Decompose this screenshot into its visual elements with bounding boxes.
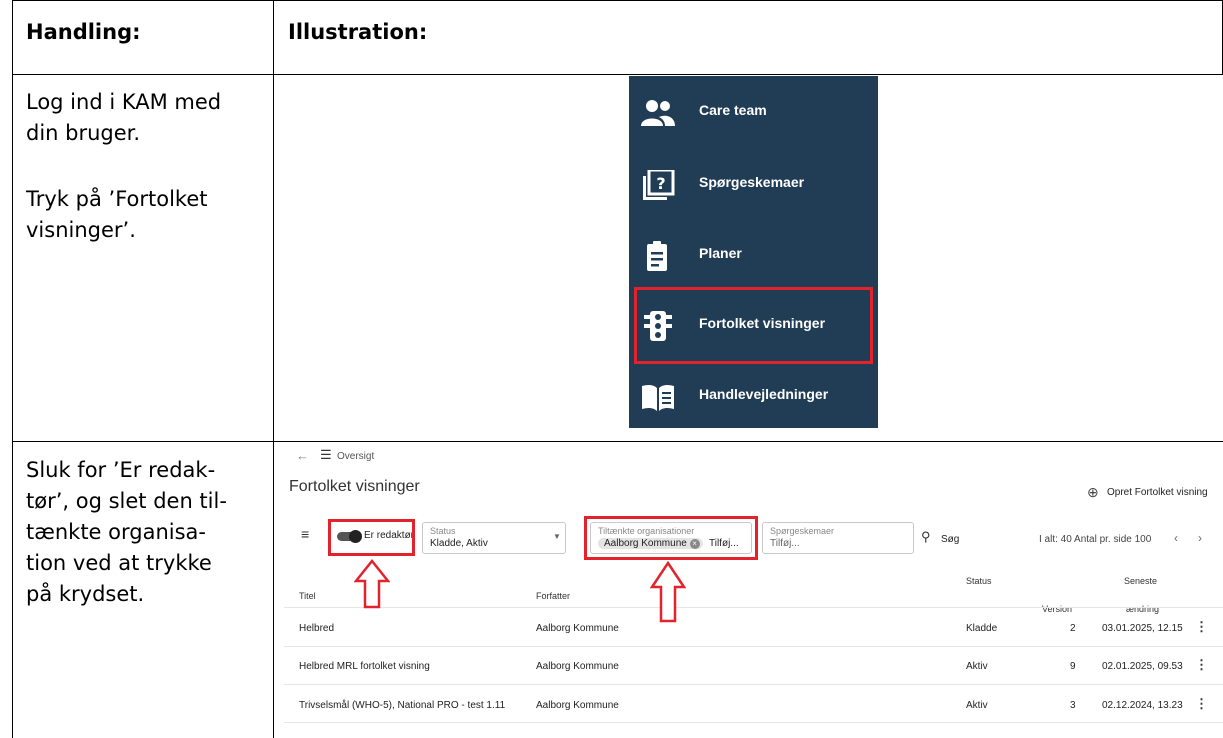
row-author: Aalborg Kommune xyxy=(536,623,619,634)
header-handling: Handling: xyxy=(26,20,141,44)
kam-sidebar: Care team ? Spørgeskemaer Planer Fortolk… xyxy=(629,76,878,428)
row-author: Aalborg Kommune xyxy=(536,700,619,711)
row-version: 9 xyxy=(1070,661,1076,672)
table-border-left xyxy=(12,0,13,738)
table-row[interactable]: Helbred MRL fortolket visning Aalborg Ko… xyxy=(284,647,1223,684)
filter-icon[interactable]: ≡ xyxy=(301,526,309,542)
row2-line-4: tion ved at trykke xyxy=(26,551,212,575)
table-row-divider-1 xyxy=(12,74,1223,75)
table-border-top xyxy=(12,0,1223,1)
status-label: Status xyxy=(430,526,456,536)
row-version: 2 xyxy=(1070,623,1076,634)
clipboard-icon xyxy=(647,241,667,271)
col-author[interactable]: Forfatter xyxy=(536,591,570,601)
more-vertical-icon[interactable]: ⋮ xyxy=(1195,657,1208,673)
row-status: Kladde xyxy=(966,623,998,634)
table-row[interactable]: Trivselsmål (WHO-5), National PRO - test… xyxy=(284,685,1223,722)
row-title: Trivselsmål (WHO-5), National PRO - test… xyxy=(299,700,506,711)
row2-line-2: tør’, og slet den til- xyxy=(26,489,227,513)
chevron-down-icon: ▼ xyxy=(553,532,561,541)
sidebar-item-label: Care team xyxy=(699,102,767,118)
pagination-info: I alt: 40 Antal pr. side 100 xyxy=(1039,534,1152,545)
back-arrow-icon[interactable]: ← xyxy=(296,448,309,463)
questionnaire-label: Spørgeskemaer xyxy=(770,526,835,536)
status-dropdown[interactable]: Status Kladde, Aktiv ▼ xyxy=(422,522,566,554)
row-status: Aktiv xyxy=(966,700,988,711)
sidebar-item-label: Handlevejledninger xyxy=(699,386,829,402)
row-date: 02.01.2025, 09.53 xyxy=(1102,661,1183,672)
book-icon xyxy=(642,384,674,411)
table-border-mid xyxy=(273,0,274,738)
add-circle-icon[interactable]: ⊕ xyxy=(1087,484,1099,501)
more-vertical-icon[interactable]: ⋮ xyxy=(1195,619,1208,635)
sidebar-item-label: Spørgeskemaer xyxy=(699,174,805,190)
row2-line-5: på krydset. xyxy=(26,582,145,606)
status-value: Kladde, Aktiv xyxy=(430,538,488,549)
prev-page-icon[interactable]: ‹ xyxy=(1174,531,1178,545)
sidebar-item-label: Planer xyxy=(699,245,742,261)
col-changed-1[interactable]: Seneste xyxy=(1124,576,1157,586)
sidebar-item-care-team[interactable]: Care team xyxy=(629,90,878,134)
svg-text:?: ? xyxy=(656,174,665,193)
create-button[interactable]: Opret Fortolket visning xyxy=(1107,487,1208,498)
questionnaire-icon: ? xyxy=(643,170,675,200)
highlight-box-fortolket xyxy=(634,287,873,364)
kam-list-screen: ← ☰ Oversigt Fortolket visninger ⊕ Opret… xyxy=(284,447,1223,738)
row-status: Aktiv xyxy=(966,661,988,672)
questionnaire-add: Tilføj... xyxy=(770,538,800,549)
row-date: 03.01.2025, 12.15 xyxy=(1102,623,1183,634)
highlight-box-toggle xyxy=(328,519,415,556)
page-title: Fortolket visninger xyxy=(289,478,420,495)
more-vertical-icon[interactable]: ⋮ xyxy=(1195,696,1208,712)
highlight-box-organisation xyxy=(584,516,758,560)
col-status[interactable]: Status xyxy=(966,576,992,586)
row-date: 02.12.2024, 13.23 xyxy=(1102,700,1183,711)
row1-line-3: Tryk på ’Fortolket xyxy=(26,187,208,211)
people-icon xyxy=(641,100,675,126)
row2-line-3: tænkte organisa- xyxy=(26,520,206,544)
row1-line-2: din bruger. xyxy=(26,121,141,145)
row-divider xyxy=(284,722,1223,723)
header-illustration: Illustration: xyxy=(288,20,428,44)
search-icon[interactable]: ⚲ xyxy=(921,529,931,545)
arrow-up-annotation-toggle xyxy=(354,559,390,609)
breadcrumb[interactable]: Oversigt xyxy=(337,451,374,462)
row-version: 3 xyxy=(1070,700,1076,711)
row2-line-1: Sluk for ’Er redak- xyxy=(26,458,216,482)
row-title: Helbred xyxy=(299,623,335,634)
col-title[interactable]: Titel xyxy=(299,591,316,601)
search-button[interactable]: Søg xyxy=(941,534,959,545)
sidebar-item-sporgeskemaer[interactable]: ? Spørgeskemaer xyxy=(629,162,878,206)
row1-line-1: Log ind i KAM med xyxy=(26,90,222,114)
sidebar-item-planer[interactable]: Planer xyxy=(629,233,878,277)
list-icon: ☰ xyxy=(320,447,332,462)
row1-line-4: visninger’. xyxy=(26,218,136,242)
sidebar-item-handlevejledninger[interactable]: Handlevejledninger xyxy=(629,374,878,418)
table-row-divider-2 xyxy=(12,441,1223,442)
row-title: Helbred MRL fortolket visning xyxy=(299,661,430,672)
questionnaire-field[interactable]: Spørgeskemaer Tilføj... xyxy=(762,522,914,554)
arrow-up-annotation-organisation xyxy=(650,561,686,623)
table-row[interactable]: Helbred Aalborg Kommune Kladde 2 03.01.2… xyxy=(284,608,1223,645)
row-author: Aalborg Kommune xyxy=(536,661,619,672)
next-page-icon[interactable]: › xyxy=(1198,531,1202,545)
